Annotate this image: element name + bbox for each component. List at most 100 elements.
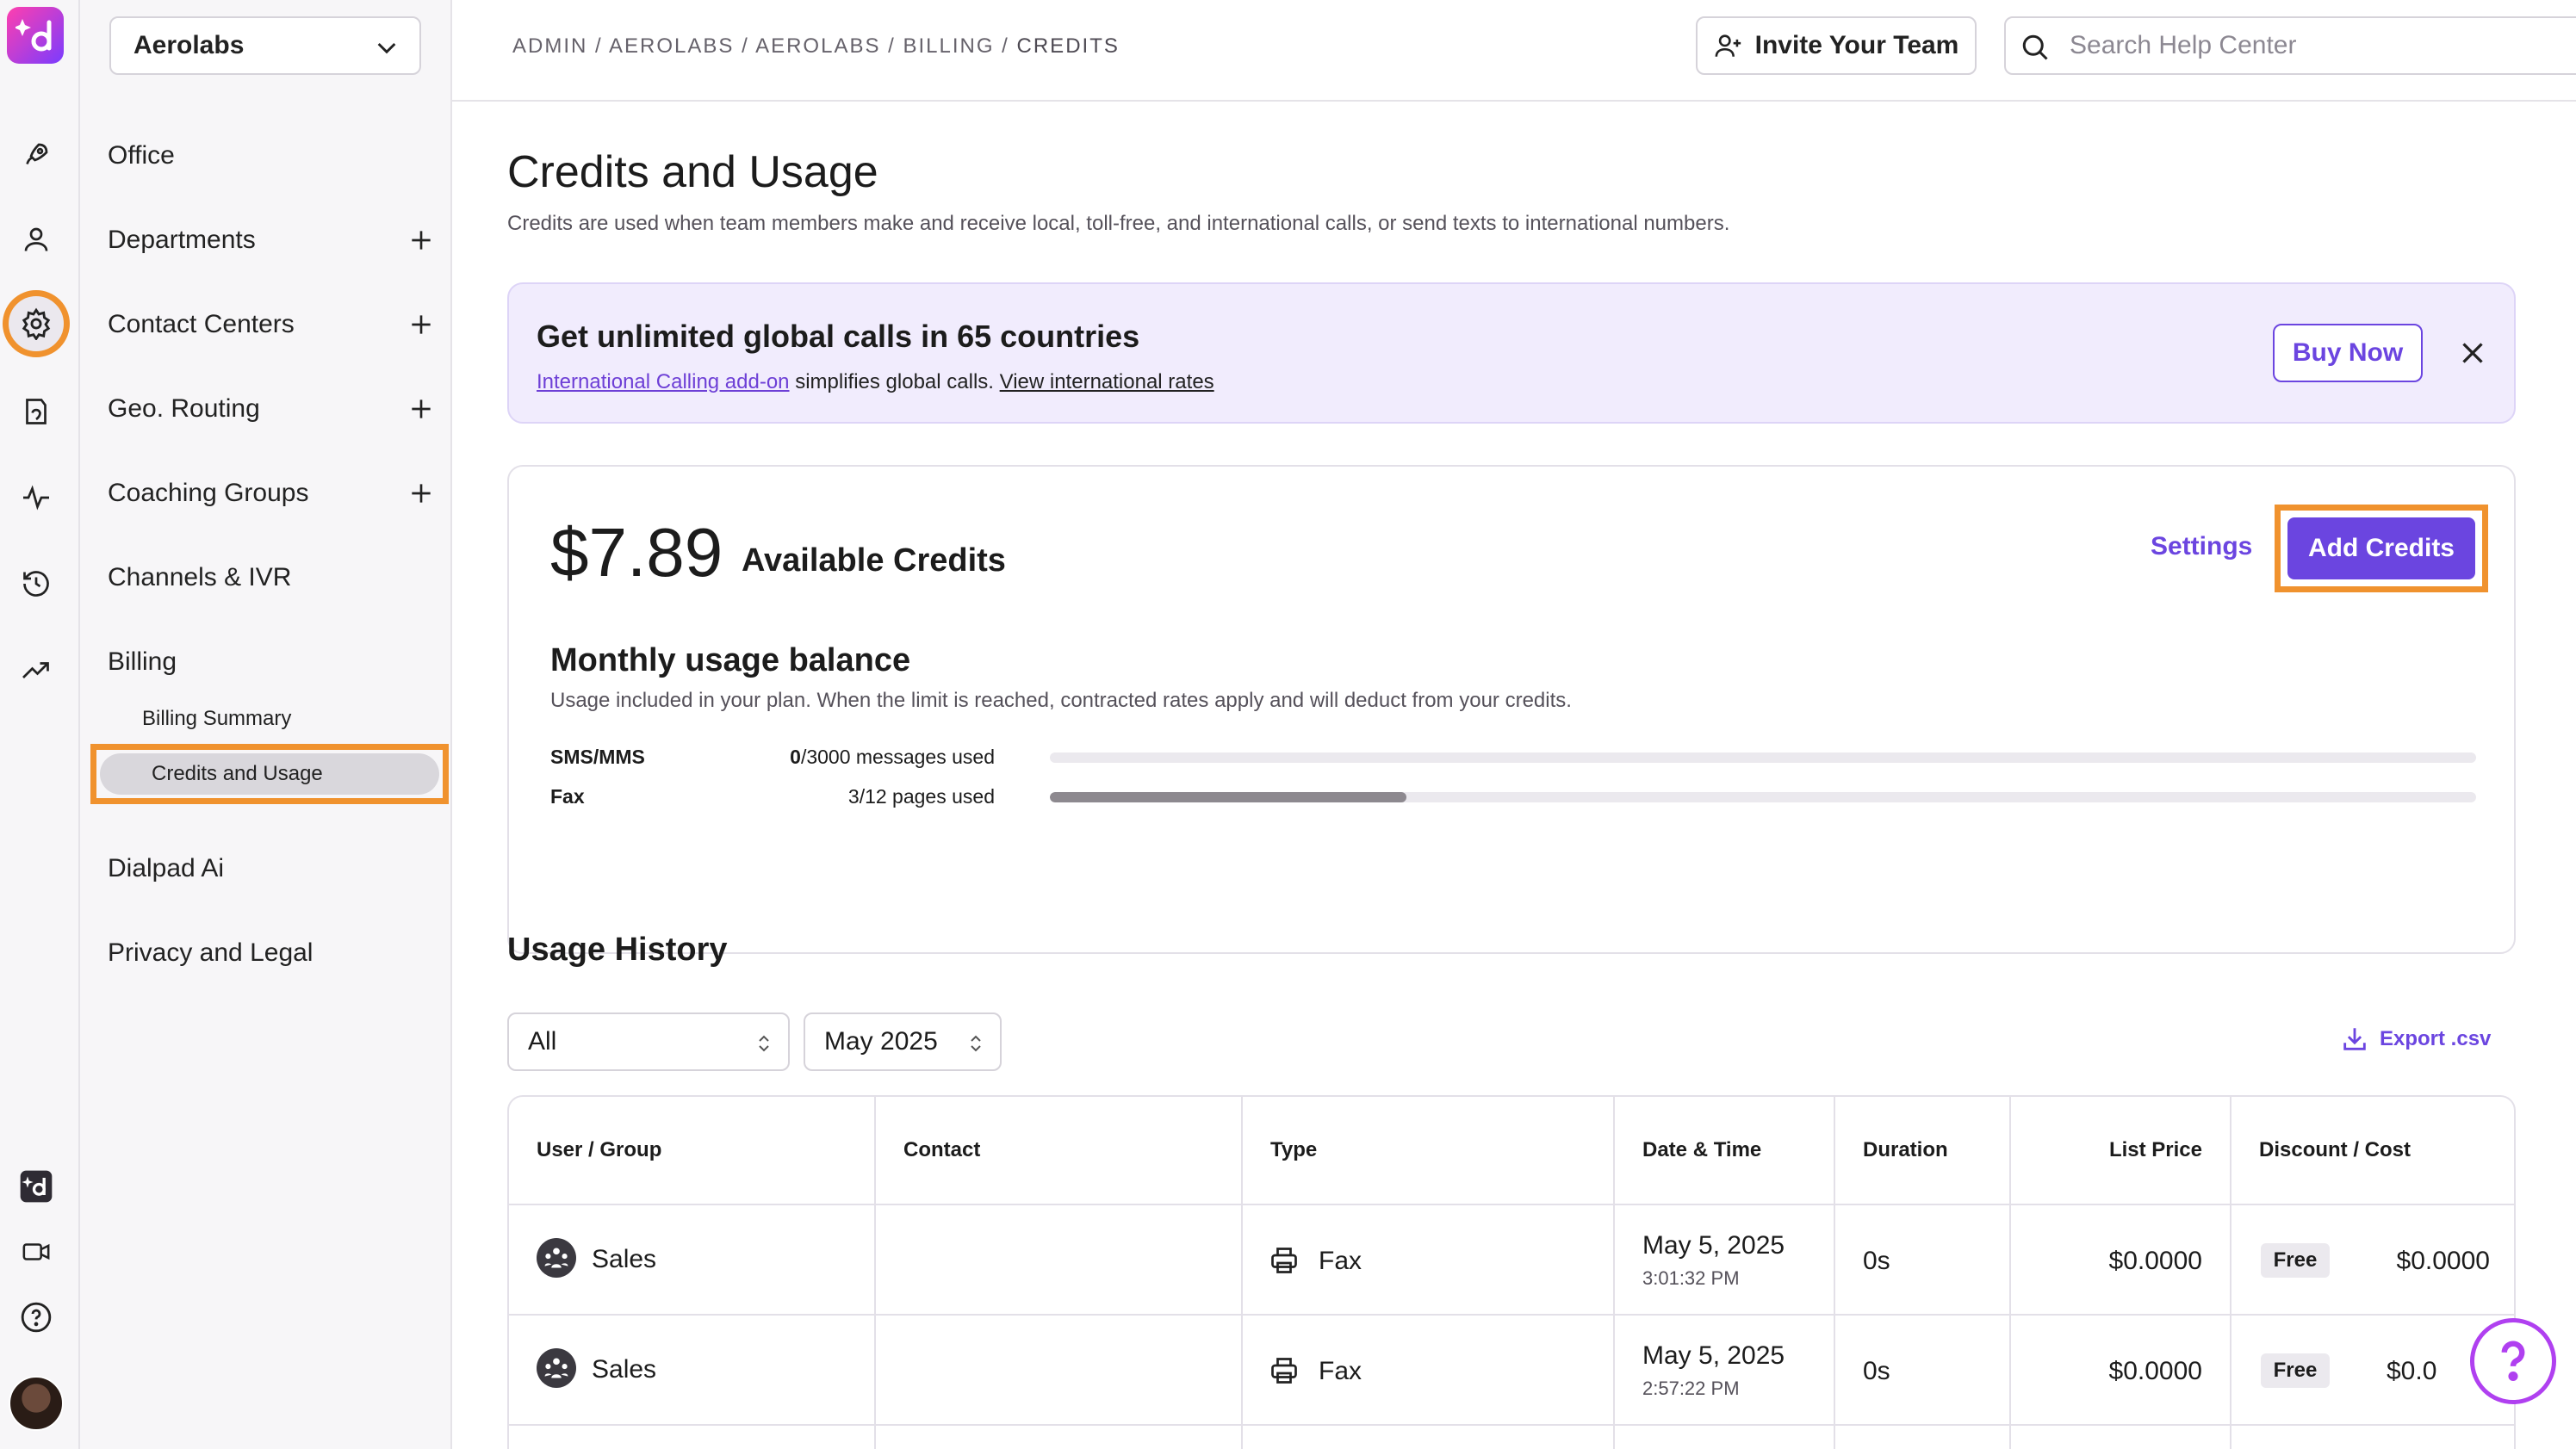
cell-duration: 0s (1863, 1247, 1890, 1275)
rocket-icon[interactable] (17, 136, 55, 174)
column-divider (1613, 1097, 1615, 1449)
cell-duration: 0s (1863, 1357, 1890, 1385)
credits-label: Available Credits (742, 542, 1006, 579)
add-credits-button[interactable]: Add Credits (2287, 517, 2475, 579)
search-help-input[interactable]: Search Help Center (2004, 16, 2576, 75)
column-divider (1834, 1097, 1835, 1449)
close-icon[interactable] (2457, 337, 2488, 368)
add-credits-highlight: Add Credits (2275, 505, 2488, 592)
row-divider (509, 1314, 2514, 1316)
sidebar-item-geo-routing[interactable]: Geo. Routing (108, 383, 435, 435)
column-header-datetime[interactable]: Date & Time (1642, 1138, 1761, 1162)
admin-sidebar: Aerolabs Office Departments Contact Cent… (80, 0, 452, 1449)
sidebar-item-label: Channels & IVR (108, 563, 292, 591)
breadcrumb-path[interactable]: ADMIN / AEROLABS / AEROLABS / BILLING / (512, 34, 1017, 58)
plus-icon[interactable] (407, 480, 435, 507)
free-badge: Free (2261, 1243, 2330, 1278)
sidebar-item-channels-ivr[interactable]: Channels & IVR (108, 552, 435, 604)
type-filter-select[interactable]: All (507, 1012, 790, 1071)
usage-subtitle: Usage included in your plan. When the li… (550, 689, 1572, 712)
sidebar-item-contact-centers[interactable]: Contact Centers (108, 299, 435, 350)
gear-icon[interactable] (17, 305, 55, 343)
cell-cost: $0.0000 (2396, 1247, 2490, 1275)
usage-used: 0 (790, 746, 801, 768)
usage-bar-fill (1050, 792, 1406, 802)
org-select-value: Aerolabs (133, 31, 245, 59)
question-icon (2501, 1341, 2525, 1382)
sidebar-subitem-credits-usage[interactable]: Credits and Usage (100, 753, 439, 795)
column-header-contact[interactable]: Contact (903, 1138, 980, 1162)
group-avatar (537, 1238, 576, 1278)
column-header-user[interactable]: User / Group (537, 1138, 661, 1162)
breadcrumb: ADMIN / AEROLABS / AEROLABS / BILLING / … (512, 34, 1120, 59)
history-icon[interactable] (17, 565, 55, 603)
invite-team-button[interactable]: Invite Your Team (1696, 16, 1977, 75)
intl-rates-link[interactable]: View international rates (1000, 370, 1214, 393)
cell-list-price: $0.0000 (2108, 1357, 2202, 1385)
sidebar-item-office[interactable]: Office (108, 130, 435, 182)
video-icon[interactable] (17, 1233, 55, 1271)
column-divider (874, 1097, 876, 1449)
column-divider (2009, 1097, 2011, 1449)
sidebar-item-coaching-groups[interactable]: Coaching Groups (108, 468, 435, 519)
usage-title: Monthly usage balance (550, 642, 911, 678)
column-header-type[interactable]: Type (1270, 1138, 1317, 1162)
sidebar-item-label: Geo. Routing (108, 394, 260, 423)
person-add-icon (1715, 34, 1741, 57)
usage-row-value: 0/3000 messages used (667, 746, 995, 769)
credits-amount: $7.89 (550, 514, 723, 591)
cell-date: May 5, 2025 (1642, 1231, 1785, 1260)
usage-rest: /3000 messages used (800, 746, 995, 768)
org-select[interactable]: Aerolabs (109, 16, 421, 75)
intl-calling-link[interactable]: International Calling add-on (537, 370, 790, 393)
cell-list-price: $0.0000 (2108, 1247, 2202, 1275)
usage-bar (1050, 752, 2476, 763)
plus-icon[interactable] (407, 226, 435, 254)
promo-title: Get unlimited global calls in 65 countri… (537, 319, 1140, 354)
activity-icon[interactable] (17, 479, 55, 517)
dialpad-logo-icon[interactable] (7, 7, 64, 64)
column-header-list-price[interactable]: List Price (2039, 1138, 2202, 1162)
person-icon[interactable] (17, 220, 55, 258)
printer-icon (1271, 1248, 1297, 1273)
sidebar-subitem-highlight: Credits and Usage (90, 744, 449, 804)
sidebar-subitem-billing-summary[interactable]: Billing Summary (142, 707, 291, 731)
credits-settings-link[interactable]: Settings (2151, 532, 2252, 561)
export-csv-label: Export .csv (2380, 1027, 2492, 1050)
invite-team-label: Invite Your Team (1754, 31, 1959, 59)
avatar[interactable] (9, 1376, 64, 1431)
trend-icon[interactable] (17, 651, 55, 689)
usage-row-fax: Fax 3/12 pages used (550, 780, 2480, 814)
type-filter-value: All (528, 1027, 557, 1056)
cell-time: 2:57:22 PM (1642, 1378, 1740, 1399)
usage-row-value: 3/12 pages used (667, 785, 995, 808)
month-filter-select[interactable]: May 2025 (804, 1012, 1002, 1071)
sidebar-item-label: Dialpad Ai (108, 854, 225, 882)
usage-row-sms: SMS/MMS 0/3000 messages used (550, 740, 2480, 775)
directory-icon[interactable] (17, 393, 55, 430)
help-icon[interactable] (17, 1298, 55, 1336)
usage-bar (1050, 792, 2476, 802)
breadcrumb-current: CREDITS (1016, 34, 1120, 58)
sidebar-item-departments[interactable]: Departments (108, 214, 435, 266)
help-fab-button[interactable] (2470, 1318, 2556, 1404)
group-avatar (537, 1348, 576, 1388)
cell-cost: $0.0 (2387, 1357, 2437, 1385)
usage-rest: pages used (886, 785, 995, 808)
sidebar-item-dialpad-ai[interactable]: Dialpad Ai (108, 843, 435, 895)
export-csv-button[interactable]: Export .csv (2340, 1025, 2491, 1054)
sidebar-item-billing[interactable]: Billing (108, 636, 435, 688)
credits-card: $7.89 Available Credits Settings Add Cre… (507, 465, 2516, 954)
plus-icon[interactable] (407, 395, 435, 423)
sidebar-item-privacy-legal[interactable]: Privacy and Legal (108, 927, 435, 979)
column-header-discount[interactable]: Discount / Cost (2259, 1138, 2411, 1162)
dialpad-ai-icon[interactable] (17, 1167, 55, 1205)
printer-icon (1271, 1358, 1297, 1384)
sidebar-item-label: Privacy and Legal (108, 938, 313, 967)
page-subtitle: Credits are used when team members make … (507, 212, 1730, 235)
promo-banner: Get unlimited global calls in 65 countri… (507, 282, 2516, 424)
column-header-duration[interactable]: Duration (1863, 1138, 1948, 1162)
plus-icon[interactable] (407, 311, 435, 338)
sidebar-item-label: Office (108, 141, 175, 170)
buy-now-button[interactable]: Buy Now (2273, 324, 2423, 382)
